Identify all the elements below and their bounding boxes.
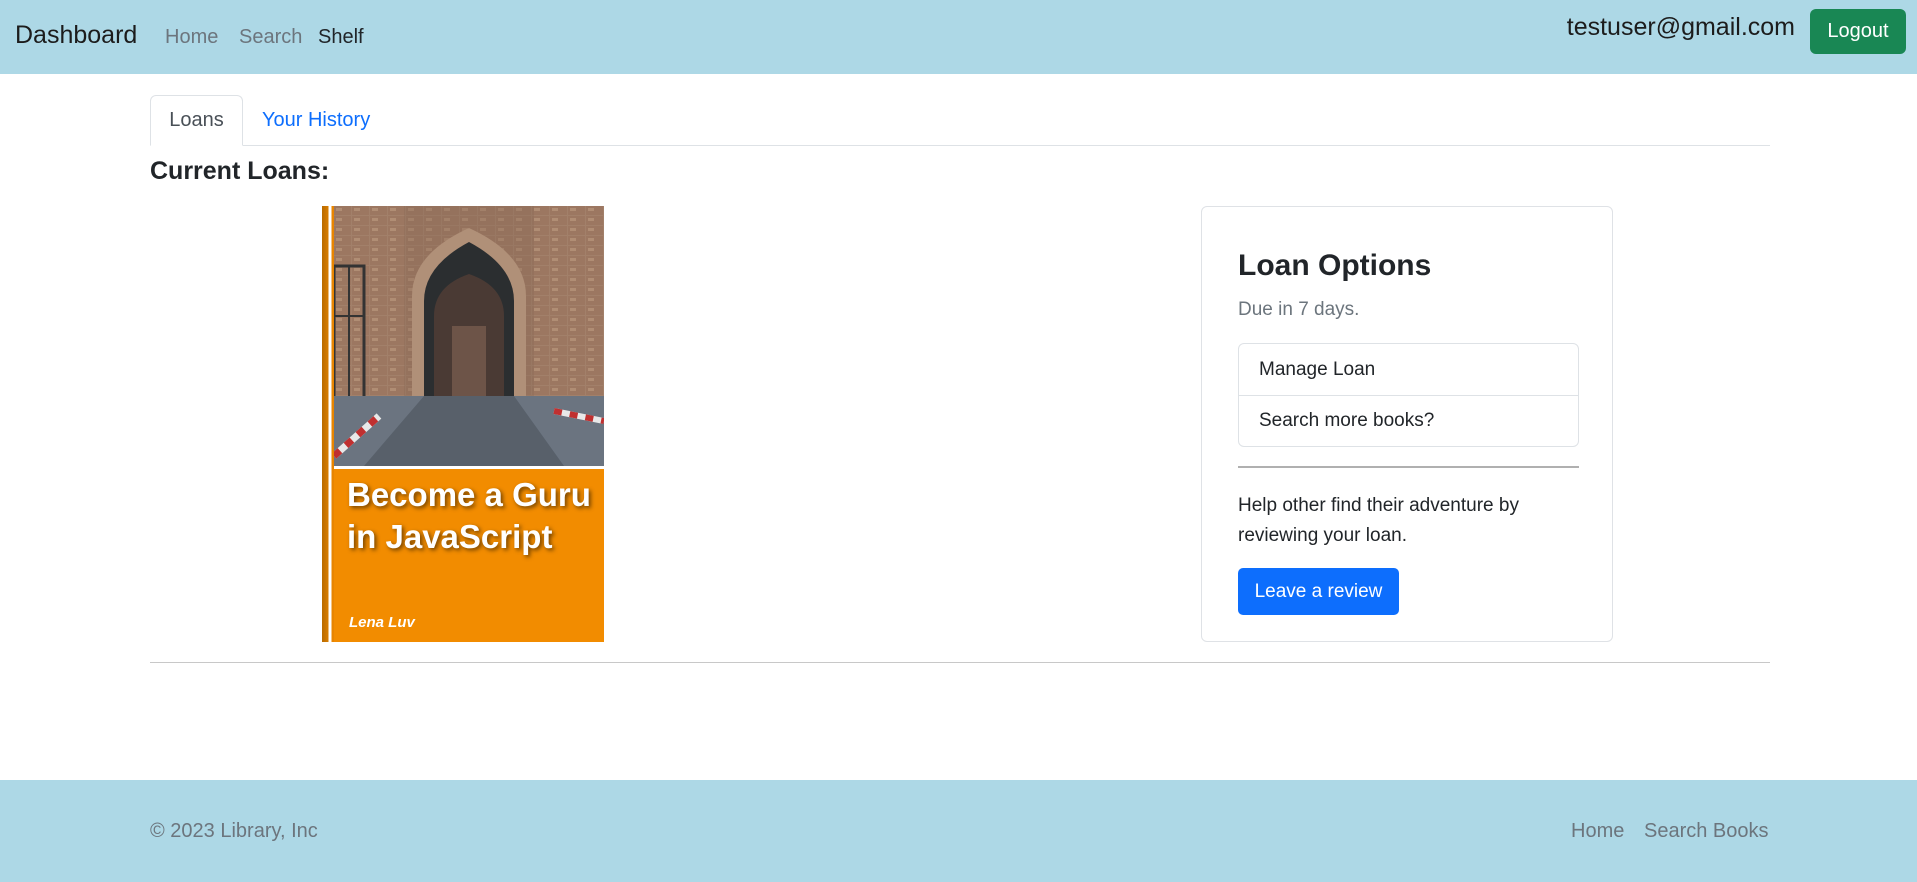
book-cover-photo bbox=[334, 206, 604, 466]
footer: © 2023 Library, Inc Home Search Books bbox=[0, 780, 1917, 882]
review-prompt: Help other find their adventure by revie… bbox=[1238, 495, 1519, 546]
book-cover[interactable]: Become a Guru in JavaScript Lena Luv bbox=[322, 206, 604, 642]
loan-options-title: Loan Options bbox=[1238, 249, 1432, 282]
footer-link-search-books[interactable]: Search Books bbox=[1644, 820, 1769, 843]
card-divider bbox=[1238, 466, 1579, 468]
cover-divider bbox=[334, 466, 604, 469]
book-title: Become a Guru in JavaScript bbox=[347, 476, 591, 555]
brand-link[interactable]: Dashboard bbox=[15, 21, 137, 50]
user-email: testuser@gmail.com bbox=[1566, 13, 1795, 41]
nav-link-shelf[interactable]: Shelf bbox=[318, 26, 364, 49]
book-author: Lena Luv bbox=[349, 614, 415, 631]
loan-options-card: Loan Options Due in 7 days. Manage Loan … bbox=[1201, 206, 1613, 642]
tab-your-history[interactable]: Your History bbox=[262, 95, 370, 146]
tabs-divider bbox=[150, 145, 1770, 146]
search-more-books-item[interactable]: Search more books? bbox=[1239, 395, 1578, 446]
copyright-text: © 2023 Library, Inc bbox=[150, 820, 318, 842]
leave-review-button[interactable]: Leave a review bbox=[1238, 568, 1399, 615]
nav-link-search[interactable]: Search bbox=[239, 26, 302, 49]
nav-link-home[interactable]: Home bbox=[165, 26, 218, 49]
tab-loans[interactable]: Loans bbox=[150, 95, 243, 146]
top-navbar: Dashboard Home Search Shelf testuser@gma… bbox=[0, 0, 1917, 74]
footer-link-home[interactable]: Home bbox=[1571, 820, 1624, 843]
book-spine bbox=[322, 206, 334, 642]
current-loans-heading: Current Loans: bbox=[150, 157, 330, 185]
content-divider bbox=[150, 662, 1770, 663]
logout-button[interactable]: Logout bbox=[1810, 9, 1906, 54]
manage-loan-item[interactable]: Manage Loan bbox=[1239, 344, 1578, 395]
due-date-text: Due in 7 days. bbox=[1238, 299, 1360, 320]
loan-options-menu: Manage Loan Search more books? bbox=[1238, 343, 1579, 447]
